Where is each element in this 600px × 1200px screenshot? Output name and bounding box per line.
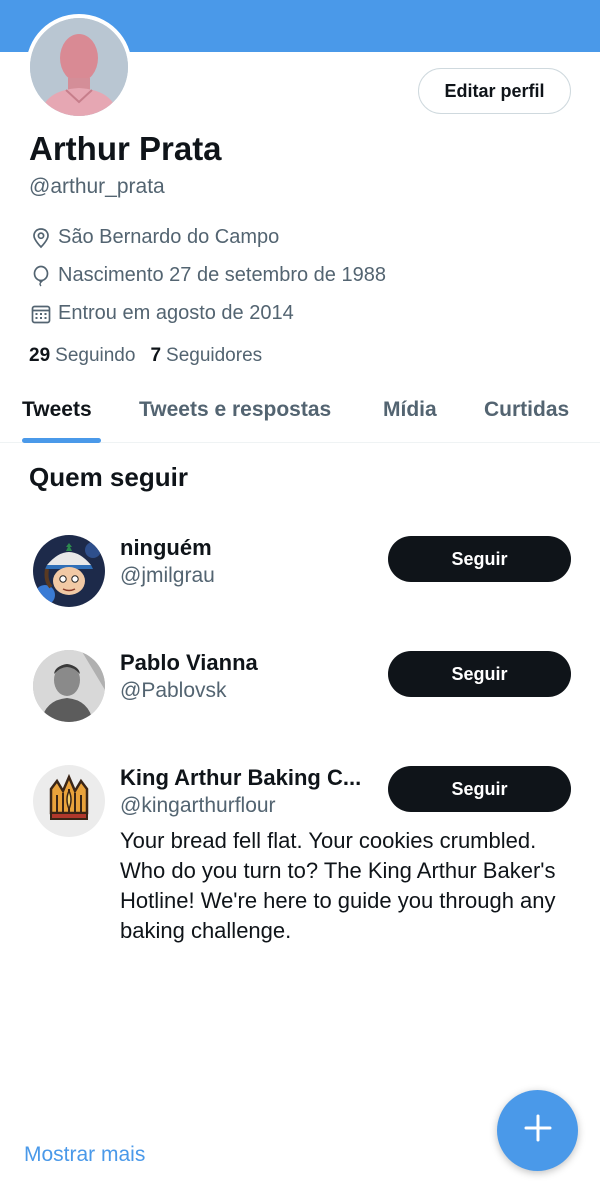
following-count: 29 [29,345,51,366]
avatar[interactable] [33,765,105,837]
show-more-link[interactable]: Mostrar mais [24,1143,145,1167]
calendar-icon [30,303,52,325]
tab-tweets-and-replies[interactable]: Tweets e respostas [139,398,331,422]
balloon-icon [30,265,52,287]
following-stat[interactable]: 29 Seguindo [29,345,135,367]
tab-media[interactable]: Mídia [383,398,437,422]
followers-stat[interactable]: 7 Seguidores [150,345,262,367]
profile-tabs: Tweets Tweets e respostas Mídia Curtidas [0,385,600,443]
suggestion-name[interactable]: Pablo Vianna [120,650,258,676]
edit-profile-button[interactable]: Editar perfil [418,68,571,114]
profile-location: São Bernardo do Campo [30,226,279,249]
avatar[interactable] [33,535,105,607]
profile-birth: Nascimento 27 de setembro de 1988 [30,264,386,287]
suggestion-name[interactable]: ninguém [120,535,212,561]
follow-button[interactable]: Seguir [388,651,571,697]
suggestion-name[interactable]: King Arthur Baking C... [120,765,361,791]
birth-text: Nascimento 27 de setembro de 1988 [58,264,386,286]
profile-joined: Entrou em agosto de 2014 [30,302,294,325]
suggestion-bio: Your bread fell flat. Your cookies crumb… [120,828,556,943]
followers-label: Seguidores [166,345,263,366]
following-label: Seguindo [55,345,136,366]
joined-text: Entrou em agosto de 2014 [58,302,294,324]
follow-stats: 29 Seguindo 7 Seguidores [29,345,277,367]
followers-count: 7 [150,345,162,366]
suggestion-handle: @Pablovsk [120,679,227,702]
who-to-follow-title: Quem seguir [29,462,188,492]
tab-tweets[interactable]: Tweets [22,398,92,422]
compose-button[interactable] [497,1090,578,1171]
avatar[interactable] [33,650,105,722]
active-tab-indicator [22,438,101,443]
profile-name: Arthur Prata [29,130,222,167]
follow-button[interactable]: Seguir [388,536,571,582]
tab-likes[interactable]: Curtidas [484,398,569,422]
location-text: São Bernardo do Campo [58,226,280,248]
follow-button[interactable]: Seguir [388,766,571,812]
location-pin-icon [30,227,52,249]
suggestion-handle: @jmilgrau [120,564,215,587]
profile-avatar[interactable] [26,14,132,120]
suggestion-handle: @kingarthurflour [120,794,276,817]
plus-icon [523,1113,553,1148]
profile-handle: @arthur_prata [29,175,165,198]
